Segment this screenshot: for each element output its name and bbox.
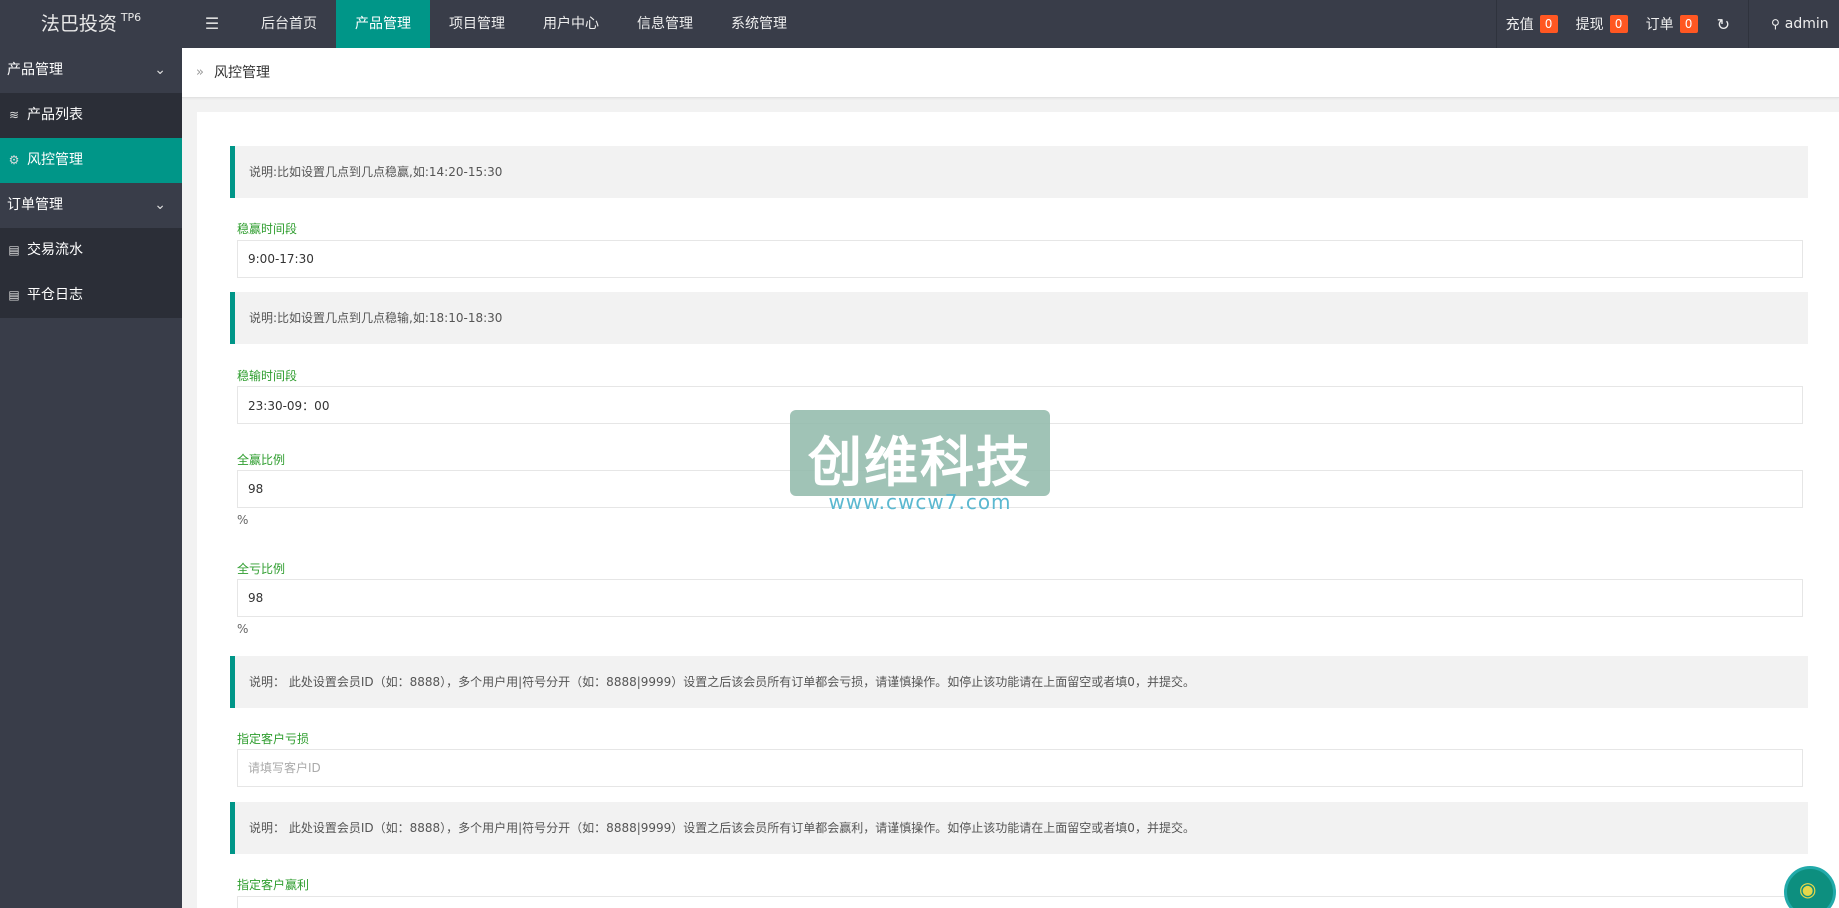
- note-win-customer: 说明： 此处设置会员ID（如：8888），多个用户用|符号分开（如：8888|9…: [230, 802, 1808, 854]
- note-lose-period: 说明:比如设置几点到几点稳输,如:18:10-18:30: [230, 292, 1808, 344]
- order-link[interactable]: 订单 0: [1637, 0, 1707, 48]
- breadcrumb-current[interactable]: 风控管理: [214, 48, 270, 98]
- logo-version: TP6: [120, 11, 142, 24]
- sidebar-item-trade[interactable]: ▤ 交易流水: [0, 228, 182, 273]
- menu-toggle-icon[interactable]: ☰: [182, 0, 242, 48]
- nav-product[interactable]: 产品管理: [336, 0, 430, 48]
- full-lose-unit: %: [237, 622, 249, 636]
- refresh-icon[interactable]: ↻: [1707, 0, 1749, 48]
- full-lose-input[interactable]: [237, 579, 1803, 617]
- gear-icon: ⚙: [8, 153, 20, 167]
- sidebar-item-label: 风控管理: [27, 152, 83, 168]
- win-period-label: 稳赢时间段: [237, 222, 298, 236]
- app-logo[interactable]: 法巴投资 TP6: [0, 0, 182, 48]
- win-customer-input[interactable]: [237, 896, 1803, 908]
- withdraw-badge: 0: [1609, 15, 1628, 33]
- note-win-period: 说明:比如设置几点到几点稳赢,如:14:20-15:30: [230, 146, 1808, 198]
- loss-customer-label: 指定客户亏损: [237, 732, 310, 746]
- withdraw-label: 提现: [1575, 17, 1604, 33]
- layers-icon: ≋: [8, 108, 20, 122]
- logo-text: 法巴投资: [40, 13, 117, 35]
- user-name: admin: [1784, 16, 1829, 32]
- user-icon: ⚲: [1771, 17, 1780, 31]
- top-header: 法巴投资 TP6 ☰ 后台首页 产品管理 项目管理 用户中心 信息管理 系统管理 …: [0, 0, 1839, 48]
- lose-period-input[interactable]: [237, 386, 1803, 424]
- nav-info[interactable]: 信息管理: [618, 0, 712, 48]
- order-label: 订单: [1645, 17, 1674, 33]
- top-nav: 后台首页 产品管理 项目管理 用户中心 信息管理 系统管理: [242, 0, 806, 48]
- sidebar-sub-product: ≋ 产品列表 ⚙ 风控管理: [0, 93, 182, 183]
- document-icon: ▤: [8, 243, 20, 257]
- sidebar-sub-order: ▤ 交易流水 ▤ 平仓日志: [0, 228, 182, 318]
- full-win-unit: %: [237, 513, 249, 527]
- nav-project[interactable]: 项目管理: [430, 0, 524, 48]
- sidebar-item-close-log[interactable]: ▤ 平仓日志: [0, 273, 182, 318]
- sidebar-item-label: 产品列表: [27, 107, 83, 123]
- chevron-down-icon: ⌄: [154, 62, 166, 78]
- recharge-link[interactable]: 充值 0: [1497, 0, 1567, 48]
- sidebar: 产品管理 ⌄ ≋ 产品列表 ⚙ 风控管理 订单管理 ⌄ ▤ 交易流水 ▤ 平仓日…: [0, 48, 182, 908]
- order-badge: 0: [1679, 15, 1698, 33]
- signal-icon: ◉: [1799, 877, 1817, 901]
- sidebar-group-label: 订单管理: [7, 197, 63, 213]
- withdraw-link[interactable]: 提现 0: [1567, 0, 1637, 48]
- sidebar-group-order[interactable]: 订单管理 ⌄: [0, 183, 182, 228]
- sidebar-item-product-list[interactable]: ≋ 产品列表: [0, 93, 182, 138]
- sidebar-group-product[interactable]: 产品管理 ⌄: [0, 48, 182, 93]
- right-nav: 充值 0 提现 0 订单 0 ↻ ⚲ admin: [1495, 0, 1839, 48]
- double-chevron-icon: »: [196, 65, 204, 80]
- recharge-label: 充值: [1505, 17, 1534, 33]
- sidebar-item-risk[interactable]: ⚙ 风控管理: [0, 138, 182, 183]
- full-win-label: 全赢比例: [237, 453, 286, 467]
- loss-customer-input[interactable]: [237, 749, 1803, 787]
- nav-system[interactable]: 系统管理: [712, 0, 806, 48]
- nav-user-center[interactable]: 用户中心: [524, 0, 618, 48]
- note-loss-customer: 说明： 此处设置会员ID（如：8888），多个用户用|符号分开（如：8888|9…: [230, 656, 1808, 708]
- user-menu[interactable]: ⚲ admin: [1749, 0, 1839, 48]
- sidebar-item-label: 平仓日志: [27, 287, 83, 303]
- sidebar-group-label: 产品管理: [7, 62, 63, 78]
- full-win-input[interactable]: [237, 470, 1803, 508]
- document-icon: ▤: [8, 288, 20, 302]
- lose-period-label: 稳输时间段: [237, 369, 298, 383]
- nav-home[interactable]: 后台首页: [242, 0, 336, 48]
- recharge-badge: 0: [1539, 15, 1558, 33]
- breadcrumb: » 风控管理: [182, 48, 1839, 98]
- win-customer-label: 指定客户赢利: [237, 878, 310, 892]
- sidebar-item-label: 交易流水: [27, 242, 83, 258]
- main-panel: 说明:比如设置几点到几点稳赢,如:14:20-15:30 稳赢时间段 说明:比如…: [197, 112, 1839, 908]
- chevron-down-icon: ⌄: [154, 197, 166, 213]
- full-lose-label: 全亏比例: [237, 562, 286, 576]
- win-period-input[interactable]: [237, 240, 1803, 278]
